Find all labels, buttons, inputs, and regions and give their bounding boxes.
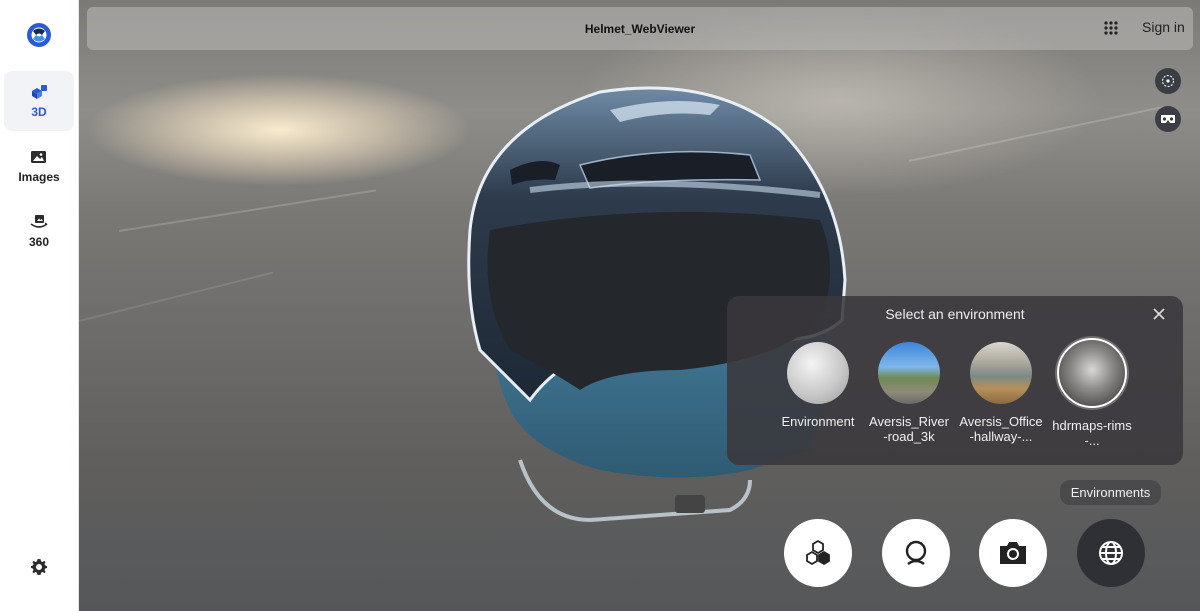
environment-option[interactable]: Aversis_Office-hallway-...: [959, 342, 1043, 444]
view-cube-icon: [1161, 74, 1175, 88]
environments-button[interactable]: [1077, 519, 1145, 587]
screenshot-button[interactable]: [979, 519, 1047, 587]
sidebar-item-label: 3D: [31, 105, 47, 119]
environment-option-selected[interactable]: hdrmaps-rims-...: [1050, 338, 1134, 448]
floor-marking: [118, 189, 376, 232]
environment-option[interactable]: Aversis_River-road_3k: [867, 342, 951, 444]
environment-panel: Select an environment Environment Aversi…: [727, 296, 1183, 465]
vr-mode-button[interactable]: [1155, 106, 1181, 132]
environment-label: Aversis_Office-hallway-...: [959, 414, 1043, 444]
app-logo-icon[interactable]: [26, 22, 52, 48]
material-sphere-icon: [905, 540, 927, 565]
environment-label: hdrmaps-rims-...: [1052, 418, 1132, 448]
sidebar-item-360[interactable]: 360: [4, 201, 74, 261]
sign-in-link[interactable]: Sign in: [1142, 19, 1185, 35]
cubes-icon: [32, 85, 47, 99]
gear-icon[interactable]: [29, 557, 49, 577]
sidebar: 3D Images 360: [0, 0, 79, 611]
floor-marking: [79, 271, 274, 322]
environment-thumbnail: [1057, 338, 1127, 408]
environment-label: Environment: [781, 414, 855, 429]
cubes-icon: [806, 539, 830, 566]
page-title: Helmet_WebViewer: [584, 21, 696, 36]
model-parts-button[interactable]: [784, 519, 852, 587]
floor-marking: [908, 105, 1164, 162]
environment-thumbnail: [970, 342, 1032, 404]
globe-icon: [1099, 541, 1123, 565]
environment-panel-title: Select an environment: [885, 306, 1025, 322]
sidebar-item-images[interactable]: Images: [4, 136, 74, 196]
sidebar-item-label: Images: [18, 170, 60, 184]
image-icon: [31, 151, 46, 163]
sidebar-item-label: 360: [28, 235, 50, 249]
camera-icon: [1000, 542, 1026, 564]
materials-button[interactable]: [882, 519, 950, 587]
environment-option[interactable]: Environment: [776, 342, 860, 429]
sidebar-item-3d[interactable]: 3D: [4, 71, 74, 131]
environments-tooltip: Environments: [1060, 480, 1161, 505]
close-icon[interactable]: [1152, 307, 1166, 321]
vr-headset-icon: [1161, 115, 1175, 123]
environment-label: Aversis_River-road_3k: [869, 414, 949, 444]
top-bar: Helmet_WebViewer: [87, 7, 1193, 50]
reset-view-button[interactable]: [1155, 68, 1181, 94]
environment-thumbnail: [878, 342, 940, 404]
environment-thumbnail: [787, 342, 849, 404]
apps-grid-icon[interactable]: [1104, 21, 1118, 35]
rotate-360-icon: [30, 215, 48, 228]
